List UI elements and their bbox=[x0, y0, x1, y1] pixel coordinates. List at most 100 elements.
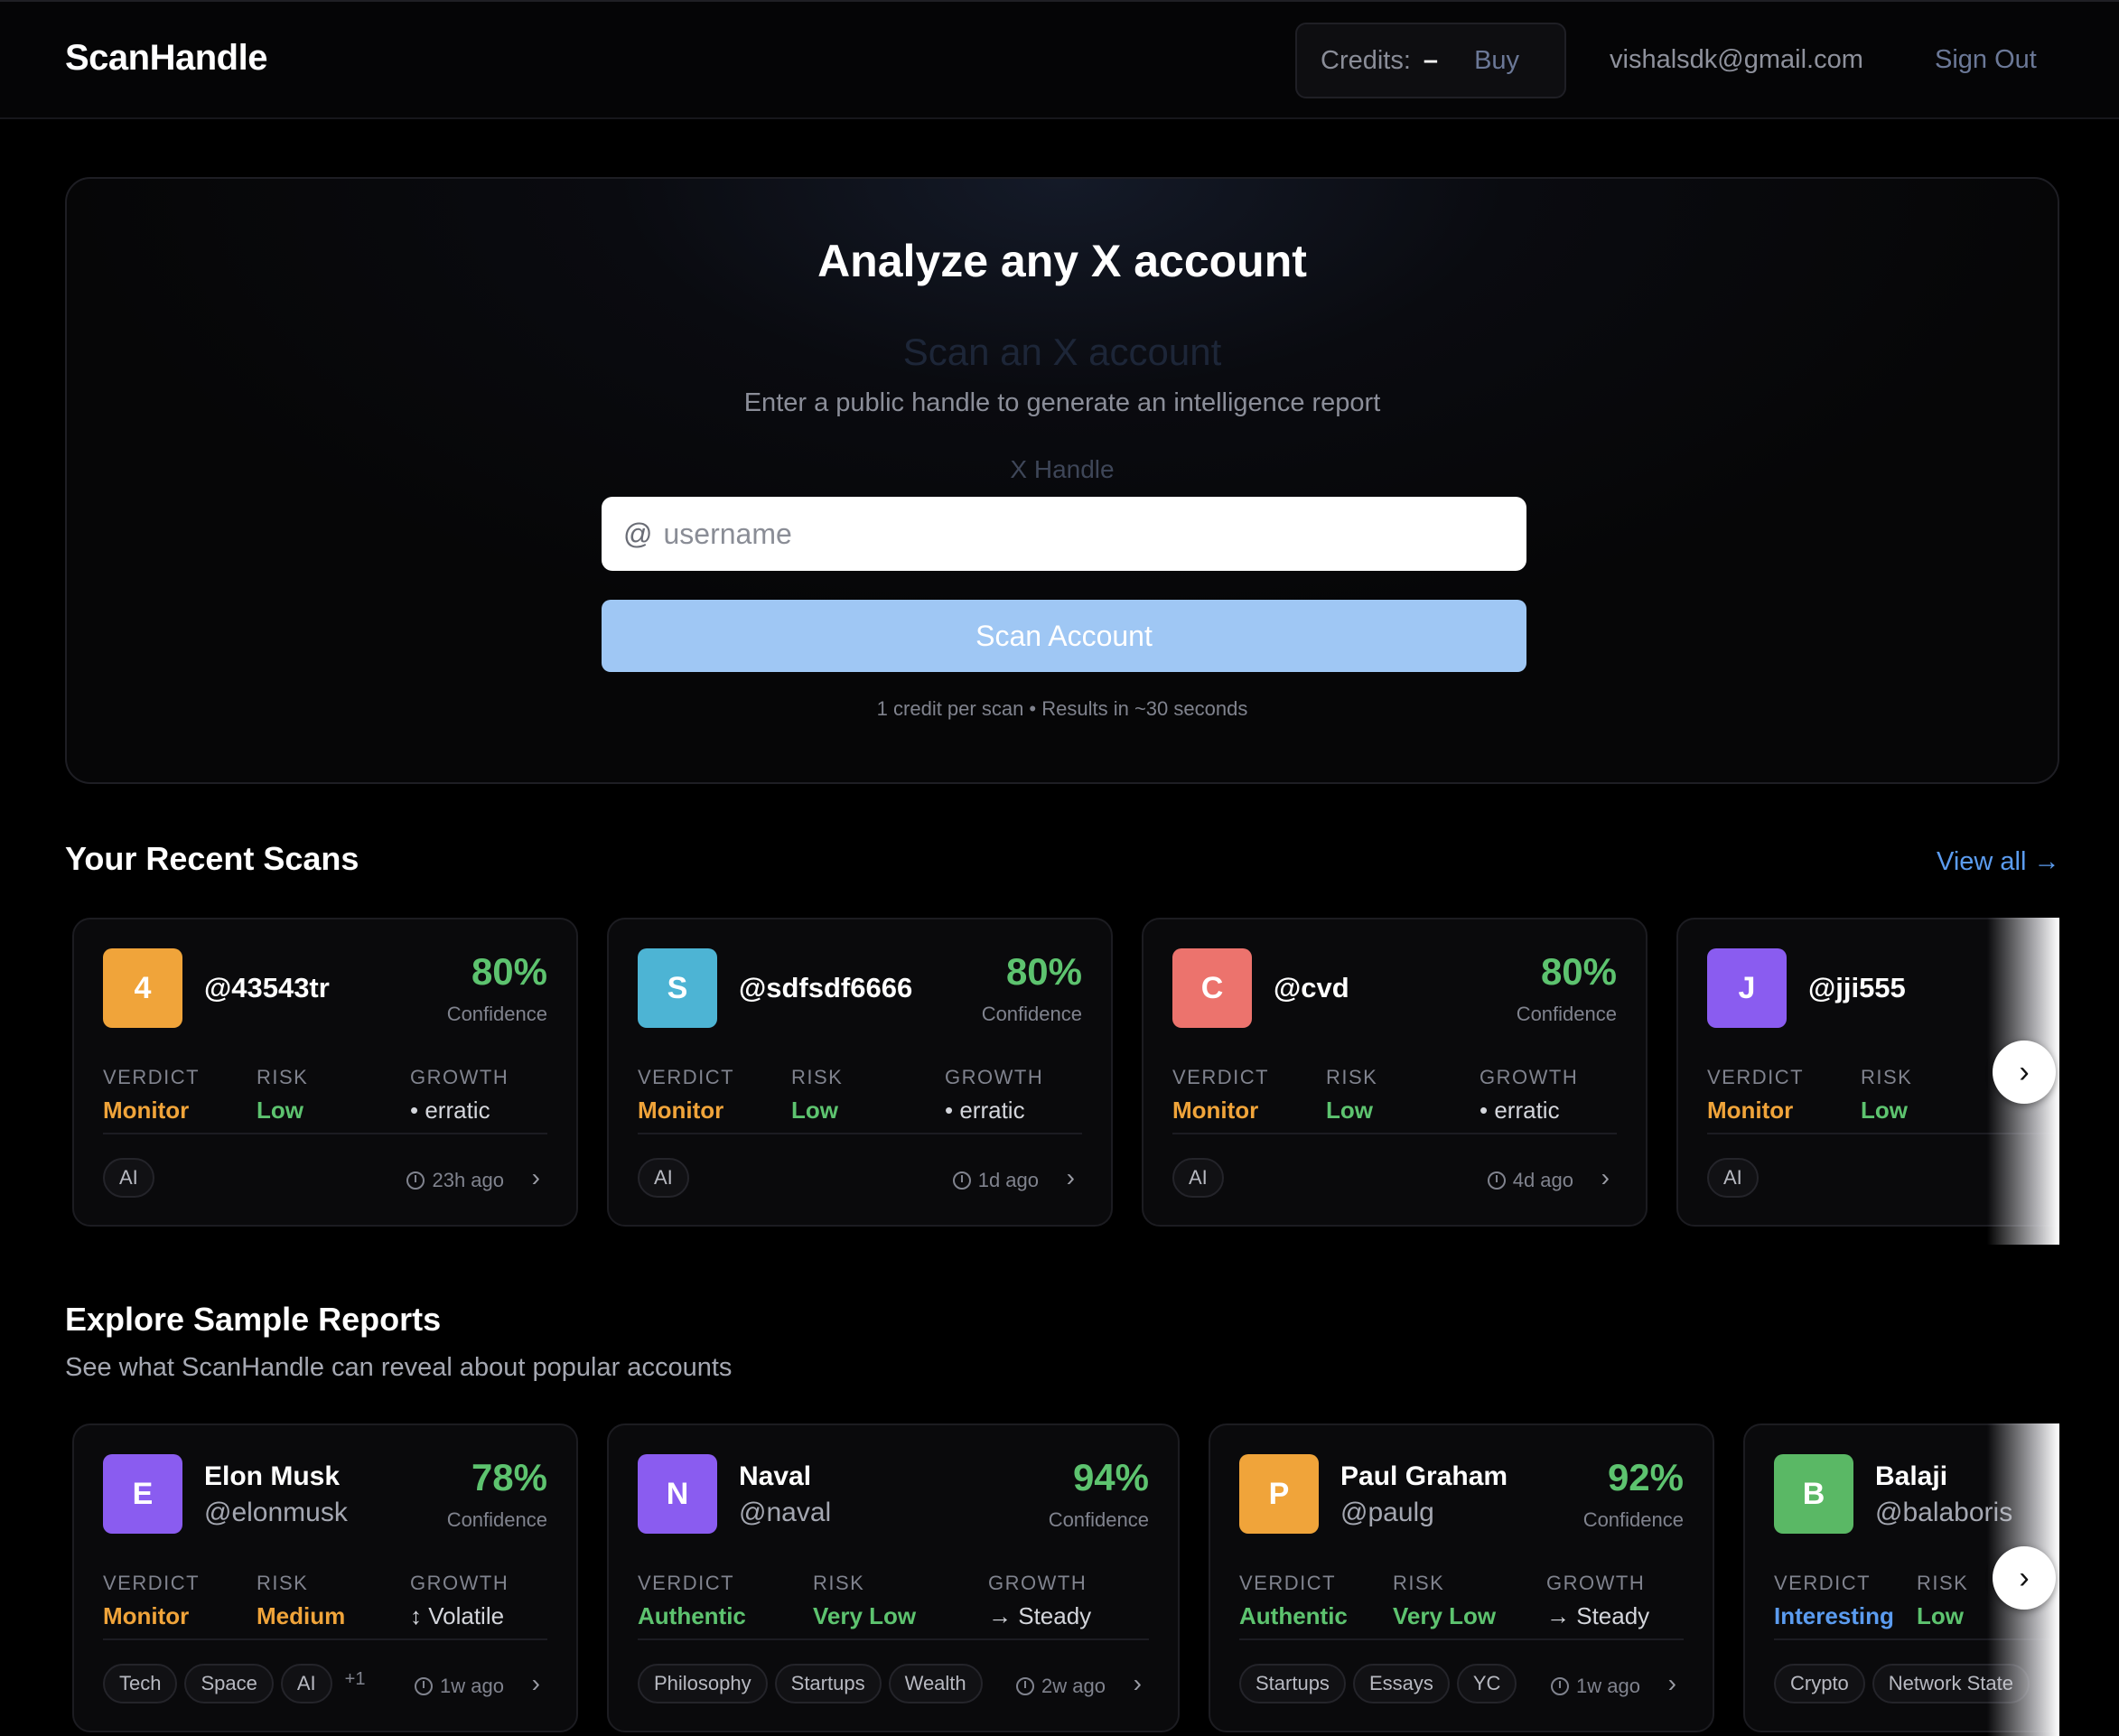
confidence-label: Confidence bbox=[446, 1508, 547, 1531]
at-sign-prefix: @ bbox=[623, 517, 653, 550]
credits-label: Credits: bbox=[1321, 45, 1411, 75]
tag[interactable]: AI bbox=[103, 1158, 154, 1198]
sample-report-card[interactable]: N Naval @naval 94% Confidence VERDICT RI… bbox=[607, 1423, 1180, 1732]
scan-time: 4d ago bbox=[1487, 1169, 1573, 1192]
growth-value: ↕ Volatile bbox=[410, 1602, 505, 1629]
risk-value: Low bbox=[1917, 1602, 1964, 1629]
confidence-value: 94% bbox=[1072, 1456, 1149, 1498]
tag[interactable]: Crypto bbox=[1774, 1664, 1865, 1703]
tag[interactable]: Wealth bbox=[888, 1664, 983, 1703]
avatar: S bbox=[638, 948, 717, 1028]
tag[interactable]: YC bbox=[1456, 1664, 1517, 1703]
tag-list: AI bbox=[638, 1158, 689, 1198]
top-navbar: ScanHandle Credits: – Buy vishalsdk@gmai… bbox=[0, 0, 2119, 119]
verdict-value: Monitor bbox=[103, 1097, 190, 1124]
verdict-value: Monitor bbox=[1172, 1097, 1259, 1124]
avatar: J bbox=[1707, 948, 1787, 1028]
handle-input[interactable] bbox=[663, 517, 1477, 551]
risk-label: RISK bbox=[257, 1572, 309, 1594]
growth-value: • erratic bbox=[1480, 1097, 1560, 1124]
time-text: 1w ago bbox=[1576, 1675, 1640, 1697]
tag[interactable]: Essays bbox=[1352, 1664, 1450, 1703]
sample-report-card[interactable]: P Paul Graham @paulg 92% Confidence VERD… bbox=[1209, 1423, 1714, 1732]
growth-value: → Steady bbox=[1546, 1602, 1650, 1629]
verdict-label: VERDICT bbox=[103, 1572, 201, 1594]
tag[interactable]: Tech bbox=[103, 1664, 178, 1703]
card-divider bbox=[638, 1638, 1149, 1640]
account-handle: @elonmusk bbox=[204, 1498, 348, 1527]
account-name: Balaji bbox=[1875, 1461, 1948, 1491]
tag[interactable]: Space bbox=[184, 1664, 274, 1703]
confidence-value: 80% bbox=[471, 950, 547, 993]
tag[interactable]: Startups bbox=[1239, 1664, 1346, 1703]
verdict-label: VERDICT bbox=[1239, 1572, 1337, 1594]
risk-value: Low bbox=[257, 1097, 303, 1124]
avatar: P bbox=[1239, 1454, 1319, 1534]
growth-value: → Steady bbox=[988, 1602, 1092, 1629]
chevron-right-icon[interactable]: › bbox=[1668, 1669, 1676, 1698]
tag[interactable]: AI bbox=[638, 1158, 689, 1198]
clock-icon bbox=[406, 1171, 425, 1190]
confidence-label: Confidence bbox=[446, 1003, 547, 1025]
tag-list: Philosophy Startups Wealth bbox=[638, 1664, 983, 1703]
chevron-right-icon[interactable]: › bbox=[532, 1163, 540, 1192]
risk-label: RISK bbox=[1861, 1066, 1913, 1088]
verdict-label: VERDICT bbox=[1774, 1572, 1872, 1594]
verdict-value: Authentic bbox=[638, 1602, 746, 1629]
recent-scan-card[interactable]: S @sdfsdf6666 80% Confidence VERDICT RIS… bbox=[607, 918, 1113, 1227]
chevron-right-icon[interactable]: › bbox=[1134, 1669, 1142, 1698]
account-handle: @paulg bbox=[1340, 1498, 1434, 1527]
verdict-value: Monitor bbox=[103, 1602, 190, 1629]
tag[interactable]: Startups bbox=[774, 1664, 882, 1703]
avatar: N bbox=[638, 1454, 717, 1534]
verdict-label: VERDICT bbox=[103, 1066, 201, 1088]
view-all-link[interactable]: View all → bbox=[1937, 847, 2059, 877]
tag[interactable]: Philosophy bbox=[638, 1664, 768, 1703]
time-text: 23h ago bbox=[432, 1169, 504, 1191]
avatar: C bbox=[1172, 948, 1252, 1028]
carousel-next-button[interactable]: › bbox=[1993, 1041, 2056, 1104]
avatar: E bbox=[103, 1454, 182, 1534]
risk-label: RISK bbox=[1393, 1572, 1445, 1594]
sample-reports-carousel: E Elon Musk @elonmusk 78% Confidence VER… bbox=[72, 1423, 2059, 1736]
chevron-right-icon[interactable]: › bbox=[532, 1669, 540, 1698]
recent-scans-carousel: 4 @43543tr 80% Confidence VERDICT RISK G… bbox=[72, 918, 2059, 1245]
risk-value: Low bbox=[1861, 1097, 1908, 1124]
risk-value: Very Low bbox=[813, 1602, 917, 1629]
clock-icon bbox=[415, 1677, 434, 1695]
card-divider bbox=[638, 1133, 1082, 1134]
hero-ghost-title: Scan an X account bbox=[902, 331, 1222, 373]
confidence-label: Confidence bbox=[1582, 1508, 1684, 1531]
tag[interactable]: AI bbox=[1172, 1158, 1224, 1198]
growth-label: GROWTH bbox=[1480, 1066, 1579, 1088]
carousel-next-button[interactable]: › bbox=[1993, 1546, 2056, 1610]
growth-label: GROWTH bbox=[410, 1066, 509, 1088]
tag-list: Startups Essays YC bbox=[1239, 1664, 1517, 1703]
time-text: 2w ago bbox=[1041, 1675, 1106, 1697]
sample-report-card[interactable]: E Elon Musk @elonmusk 78% Confidence VER… bbox=[72, 1423, 578, 1732]
handle-input-wrapper[interactable]: @ bbox=[602, 497, 1526, 571]
scan-panel: Analyze any X account Scan an X account … bbox=[65, 177, 2059, 784]
tag[interactable]: AI bbox=[1707, 1158, 1759, 1198]
recent-scan-card[interactable]: 4 @43543tr 80% Confidence VERDICT RISK G… bbox=[72, 918, 578, 1227]
brand-logo[interactable]: ScanHandle bbox=[65, 38, 267, 79]
more-tags-count: +1 bbox=[344, 1668, 366, 1689]
tag-list: Tech Space AI +1 bbox=[103, 1664, 365, 1703]
card-divider bbox=[1172, 1133, 1617, 1134]
buy-credits-button[interactable]: Buy bbox=[1474, 46, 1519, 76]
scan-account-button[interactable]: Scan Account bbox=[602, 600, 1526, 672]
card-divider bbox=[103, 1638, 547, 1640]
time-text: 1d ago bbox=[977, 1169, 1039, 1191]
growth-value: • erratic bbox=[945, 1097, 1025, 1124]
chevron-right-icon[interactable]: › bbox=[1601, 1163, 1610, 1192]
hero-subtitle: Enter a public handle to generate an int… bbox=[743, 388, 1381, 417]
growth-label: GROWTH bbox=[988, 1572, 1088, 1594]
sign-out-button[interactable]: Sign Out bbox=[1935, 45, 2037, 75]
chevron-right-icon[interactable]: › bbox=[1067, 1163, 1075, 1192]
risk-value: Very Low bbox=[1393, 1602, 1497, 1629]
account-handle: @jji555 bbox=[1808, 972, 1906, 1003]
sample-reports-title: Explore Sample Reports bbox=[65, 1301, 442, 1338]
tag[interactable]: AI bbox=[280, 1664, 332, 1703]
recent-scan-card[interactable]: C @cvd 80% Confidence VERDICT RISK GROWT… bbox=[1142, 918, 1648, 1227]
tag-list: AI bbox=[103, 1158, 154, 1198]
